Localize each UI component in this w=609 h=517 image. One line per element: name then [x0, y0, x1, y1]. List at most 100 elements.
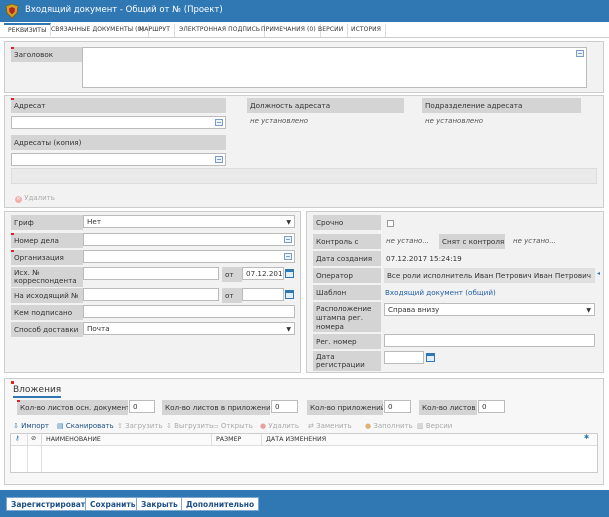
calendar-icon[interactable] — [285, 269, 294, 278]
tab-route[interactable]: МАРШРУТ — [135, 24, 175, 37]
signed-input[interactable] — [83, 305, 295, 318]
control-value[interactable]: не устано... — [386, 237, 429, 245]
fill-button[interactable]: ● Заполнить — [365, 422, 413, 430]
addressee-panel: Адресат Должность адресата не установлен… — [4, 95, 604, 208]
sheets-input[interactable]: 0 — [478, 400, 505, 413]
more-button[interactable]: Дополнительно — [181, 497, 260, 511]
download-button[interactable]: ⇩ Выгрузить — [166, 422, 213, 430]
department-label: Подразделение адресата — [422, 98, 581, 113]
versions-button[interactable]: ▥ Версии — [417, 422, 452, 430]
app-sheets-input[interactable]: 0 — [271, 400, 298, 413]
template-link[interactable]: Входящий документ (общий) — [385, 288, 496, 297]
stamp-label: Расположение штампа рег. номера — [313, 302, 381, 332]
grid-divider — [41, 434, 42, 472]
urgent-label: Срочно — [313, 215, 381, 230]
chevron-down-icon: ▼ — [286, 326, 291, 333]
case-label: Номер дела — [11, 233, 83, 248]
versions-icon: ▥ — [417, 422, 424, 430]
scan-button[interactable]: ▤ Сканировать — [57, 422, 114, 430]
app-sheets-value: 0 — [275, 402, 280, 411]
picker-icon[interactable] — [215, 156, 223, 163]
open-label: Открыть — [220, 422, 253, 430]
case-input[interactable] — [83, 233, 295, 246]
delivery-select[interactable]: Почта ▼ — [83, 322, 295, 335]
sheets-value: 0 — [482, 402, 487, 411]
app-sheets-label: Кол-во листов в приложении — [162, 400, 270, 415]
window-title: Входящий документ - Общий от № (Проект) — [25, 5, 223, 15]
grif-label: Гриф — [11, 215, 83, 230]
import-button[interactable]: ⇩ Импорт — [13, 422, 49, 430]
right-form-panel: Срочно Контроль с не устано... Снят с ко… — [306, 211, 604, 373]
calendar-icon[interactable] — [285, 290, 294, 299]
delete-label: Удалить — [24, 194, 55, 202]
copies-label: Адресаты (копия) — [11, 135, 226, 150]
regdate-input[interactable] — [384, 351, 424, 364]
save-button[interactable]: Сохранить — [85, 497, 141, 511]
apps-value: 0 — [388, 402, 393, 411]
adresat-input[interactable] — [11, 116, 226, 129]
settings-icon[interactable]: ✱ — [584, 434, 589, 441]
attach-icon: ⊘ — [31, 435, 37, 442]
picker-icon[interactable] — [215, 119, 223, 126]
removed-value[interactable]: не устано... — [513, 237, 556, 245]
delete-addressee[interactable]: × Удалить — [15, 194, 55, 203]
urgent-checkbox[interactable] — [387, 220, 394, 227]
grid-divider — [211, 434, 212, 446]
register-button[interactable]: Зарегистрировать — [6, 497, 95, 511]
grid-header: ⚷ ⊘ НАИМЕНОВАНИЕ РАЗМЕР ДАТА ИЗМЕНЕНИЯ ✱ — [11, 434, 597, 446]
zagolovok-input[interactable] — [82, 47, 587, 88]
replace-button[interactable]: ⇄ Заменить — [308, 422, 352, 430]
picker-icon[interactable] — [284, 236, 292, 243]
regnum-label: Рег. номер — [313, 334, 381, 349]
main-sheets-input[interactable]: 0 — [129, 400, 155, 413]
signed-label: Кем подписано — [11, 305, 83, 320]
info-icon[interactable]: ◂ — [597, 270, 600, 277]
apps-label: Кол-во приложений — [307, 400, 383, 415]
delete-icon: × — [15, 196, 22, 203]
stamp-select[interactable]: Справа внизу ▼ — [384, 303, 595, 316]
ref-date-value: 07.12.2017 — [246, 269, 284, 278]
outgoing-input[interactable] — [83, 288, 219, 301]
column-name[interactable]: НАИМЕНОВАНИЕ — [46, 436, 101, 443]
grid-divider — [27, 434, 28, 472]
tab-rekvizity[interactable]: РЕКВИЗИТЫ — [4, 23, 52, 36]
picker-icon[interactable] — [576, 50, 584, 57]
calendar-icon[interactable] — [426, 353, 435, 362]
tab-linked-docs[interactable]: СВЯЗАННЫЕ ДОКУМЕНТЫ (0) — [47, 24, 149, 37]
upload-button[interactable]: ⇧ Загрузить — [117, 422, 163, 430]
sheets-label: Кол-во листов — [419, 400, 477, 415]
delivery-label: Способ доставки — [11, 322, 83, 337]
download-label: Выгрузить — [174, 422, 214, 430]
tab-signature[interactable]: ЭЛЕКТРОННАЯ ПОДПИСЬ — [175, 24, 266, 37]
operator-value: Все роли исполнитель Иван Петрович Иван … — [384, 268, 595, 283]
outgoing-date-input[interactable] — [242, 288, 284, 301]
column-modified[interactable]: ДАТА ИЗМЕНЕНИЯ — [266, 436, 326, 443]
regnum-input[interactable] — [384, 334, 595, 347]
org-input[interactable] — [83, 250, 295, 263]
delivery-value: Почта — [87, 324, 110, 333]
picker-icon[interactable] — [284, 253, 292, 260]
close-button[interactable]: Закрыть — [136, 497, 183, 511]
open-button[interactable]: ▭ Открыть — [212, 422, 253, 430]
ref-input[interactable] — [83, 267, 219, 280]
copies-input[interactable] — [11, 153, 226, 166]
column-size[interactable]: РАЗМЕР — [216, 436, 241, 443]
upload-icon: ⇧ — [117, 422, 123, 430]
tab-notes[interactable]: ПРИМЕЧАНИЯ (0) — [257, 24, 321, 37]
grif-select[interactable]: Нет ▼ — [83, 215, 295, 228]
tab-versions[interactable]: ВЕРСИИ — [314, 24, 349, 37]
grif-value: Нет — [87, 217, 102, 226]
delete-attachment-button[interactable]: ● Удалить — [260, 422, 299, 430]
header-panel: Заголовок — [4, 41, 604, 93]
org-label: Организация — [11, 250, 83, 265]
regdate-label: Дата регистрации — [313, 351, 381, 371]
created-value: 07.12.2017 15:24:19 — [386, 254, 462, 263]
folder-icon: ▭ — [212, 422, 219, 430]
ref-label: Исх. № корреспондента — [11, 267, 83, 287]
apps-input[interactable]: 0 — [384, 400, 411, 413]
ref-date-input[interactable]: 07.12.2017 — [242, 267, 284, 280]
tab-history[interactable]: ИСТОРИЯ — [347, 24, 387, 37]
attachments-grid: ⚷ ⊘ НАИМЕНОВАНИЕ РАЗМЕР ДАТА ИЗМЕНЕНИЯ ✱ — [10, 433, 598, 473]
outgoing-label: На исходящий № — [11, 288, 83, 303]
template-label: Шаблон — [313, 285, 381, 300]
